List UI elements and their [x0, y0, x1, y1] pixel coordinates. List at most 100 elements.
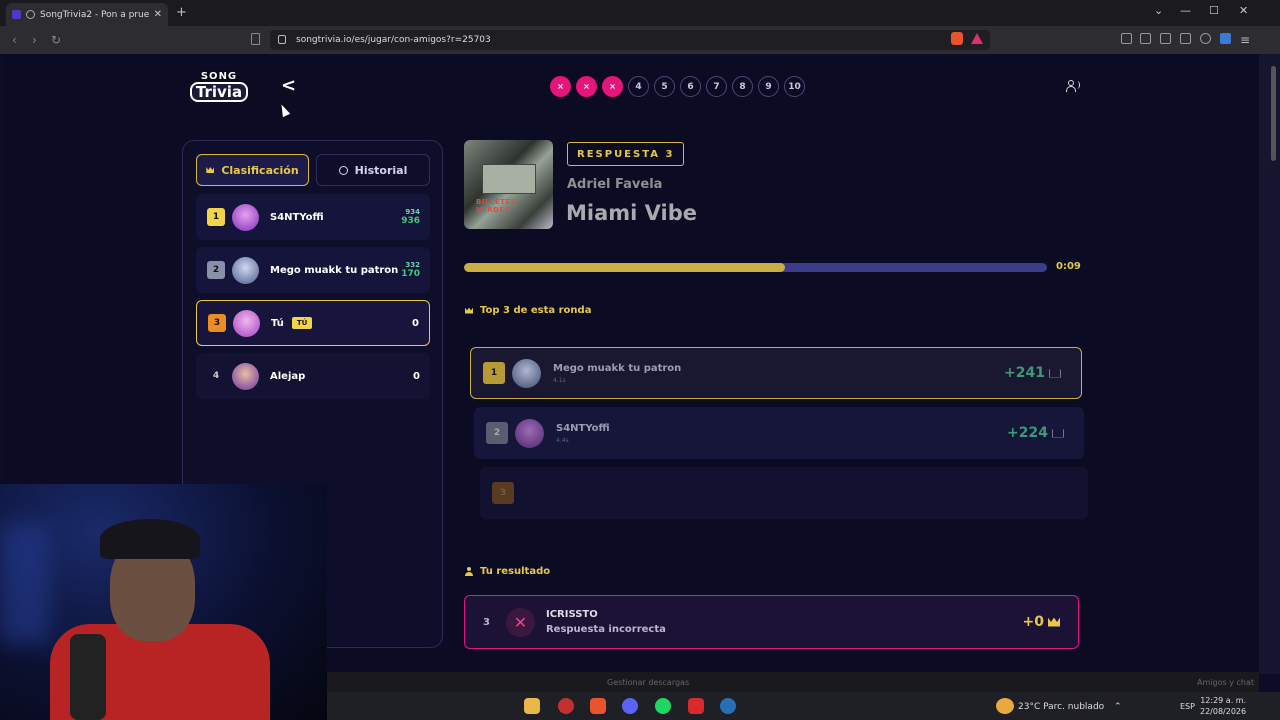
- close-window-icon[interactable]: ✕: [1239, 4, 1248, 17]
- cover-title-text: BILLETES VERDES: [476, 198, 517, 214]
- rank-badge: 2: [207, 261, 225, 279]
- windows-taskbar: [327, 692, 1280, 720]
- rank-badge: 1: [207, 208, 225, 226]
- answer-time: 4.4s: [556, 436, 569, 444]
- system-clock[interactable]: 12:29 a. m. 22/08/2026: [1200, 695, 1246, 717]
- rank-badge: 3: [492, 482, 514, 504]
- avatar: [512, 358, 541, 388]
- brave-rewards-icon[interactable]: [971, 33, 983, 44]
- friends-chat-link[interactable]: Amigos y chat: [1197, 678, 1254, 687]
- crown-icon: [465, 307, 473, 314]
- media-icon[interactable]: [1140, 33, 1151, 44]
- player-name: Mego muakk tu patron: [270, 264, 399, 276]
- downloads-bar: Gestionar descargas Amigos y chat: [327, 672, 1259, 692]
- avatar: [233, 309, 260, 337]
- time-progress-bar: [464, 263, 1047, 272]
- clock-date: 22/08/2026: [1200, 707, 1247, 716]
- steam-icon[interactable]: [720, 698, 736, 714]
- profile-icon[interactable]: [1220, 33, 1231, 44]
- player-score: 332 170: [401, 261, 420, 279]
- back-icon[interactable]: ‹: [12, 33, 17, 47]
- top3-row: 1 Mego muakk tu patron 4.1s +241: [470, 347, 1082, 399]
- tab-title: SongTrivia2 - Pon a prueba tu: [40, 9, 149, 20]
- bookmark-icon[interactable]: [251, 33, 260, 45]
- avatar: [232, 203, 259, 231]
- result-player-name: ICRISSTO: [545, 609, 598, 620]
- time-remaining: 0:09: [1056, 261, 1081, 272]
- round-2-indicator: ×: [576, 76, 597, 97]
- round-6-indicator: 6: [680, 76, 701, 97]
- round-3-indicator: ×: [602, 76, 623, 97]
- time-progress-fill: [464, 263, 785, 272]
- new-tab-icon[interactable]: +: [176, 5, 187, 20]
- result-points: +0: [1023, 614, 1060, 630]
- round-9-indicator: 9: [758, 76, 779, 97]
- round-points: +224: [1007, 425, 1064, 441]
- tab-list-icon[interactable]: ⌄: [1154, 4, 1163, 17]
- history-icon: [338, 165, 348, 175]
- extensions-icon[interactable]: [1121, 33, 1132, 44]
- rank-badge: 3: [208, 314, 226, 332]
- sidebar-icon[interactable]: [1160, 33, 1171, 44]
- result-heading: Tu resultado: [465, 566, 550, 577]
- wallet-icon[interactable]: [1180, 33, 1191, 44]
- maximize-icon[interactable]: ☐: [1209, 4, 1219, 17]
- browser-tab[interactable]: SongTrivia2 - Pon a prueba tu ✕: [6, 3, 168, 26]
- round-5-indicator: 5: [654, 76, 675, 97]
- spotify-icon[interactable]: [655, 698, 671, 714]
- close-tab-icon[interactable]: ✕: [154, 9, 162, 20]
- weather-text[interactable]: 23°C Parc. nublado: [1018, 702, 1104, 712]
- reload-icon[interactable]: ↻: [51, 33, 61, 47]
- tab-history[interactable]: Historial: [316, 154, 430, 186]
- player-name: Mego muakk tu patron: [553, 362, 682, 374]
- clock-time: 12:29 a. m.: [1200, 696, 1247, 705]
- points-value: +224: [1007, 425, 1048, 441]
- discord-icon[interactable]: [622, 698, 638, 714]
- tray-chevron-icon[interactable]: ⌃: [1114, 702, 1122, 712]
- banknote-image: [482, 164, 536, 194]
- minimize-icon[interactable]: —: [1180, 4, 1191, 17]
- result-status: Respuesta incorrecta: [545, 624, 666, 635]
- round-1-indicator: ×: [550, 76, 571, 97]
- obs-icon[interactable]: [558, 698, 574, 714]
- answer-badge: RESPUESTA 3: [567, 142, 685, 166]
- crown-icon: [1049, 368, 1061, 378]
- leaderboard-row: 4 Alejap 0: [196, 353, 430, 399]
- menu-icon[interactable]: ≡: [1240, 33, 1250, 47]
- scrollbar-thumb[interactable]: [1271, 66, 1276, 161]
- url-field[interactable]: songtrivia.io/es/jugar/con-amigos?r=2570…: [270, 30, 990, 50]
- player-score: 934 936: [401, 208, 420, 226]
- forward-icon[interactable]: ›: [32, 33, 37, 47]
- brave-shield-icon[interactable]: [951, 32, 963, 45]
- round-4-indicator: 4: [628, 76, 649, 97]
- manage-downloads-link[interactable]: Gestionar descargas: [607, 678, 689, 687]
- tab-ranking[interactable]: Clasificación: [196, 154, 309, 186]
- round-8-indicator: 8: [732, 76, 753, 97]
- scrollbar[interactable]: [1259, 54, 1280, 674]
- language-indicator[interactable]: ESP: [1180, 702, 1195, 711]
- logo-top-text: SONG: [200, 71, 238, 82]
- avatar: [515, 418, 544, 448]
- crown-icon: [206, 167, 215, 173]
- url-text: songtrivia.io/es/jugar/con-amigos?r=2570…: [296, 35, 491, 45]
- round-7-indicator: 7: [706, 76, 727, 97]
- top3-title: Top 3 de esta ronda: [480, 305, 592, 316]
- file-explorer-icon[interactable]: [524, 698, 540, 714]
- microphone-image: [70, 634, 106, 720]
- result-rank: 3: [483, 616, 490, 628]
- result-points-value: +0: [1022, 614, 1044, 630]
- app-icon[interactable]: [688, 698, 704, 714]
- globe-icon: [26, 10, 35, 19]
- friends-icon[interactable]: [1066, 80, 1080, 92]
- album-cover: BILLETES VERDES: [464, 140, 553, 229]
- song-title: Miami Vibe: [566, 201, 698, 225]
- previous-score: 332: [405, 261, 420, 269]
- current-score: 170: [401, 269, 420, 279]
- songtrivia-logo[interactable]: SONG Trivia: [183, 71, 255, 103]
- brave-browser-icon[interactable]: [590, 698, 606, 714]
- back-button[interactable]: <: [281, 75, 296, 96]
- vpn-icon[interactable]: [1200, 33, 1211, 44]
- webcam-overlay: [0, 484, 327, 720]
- player-name: S4NTYoffi: [556, 422, 610, 434]
- tab-ranking-label: Clasificación: [221, 163, 299, 177]
